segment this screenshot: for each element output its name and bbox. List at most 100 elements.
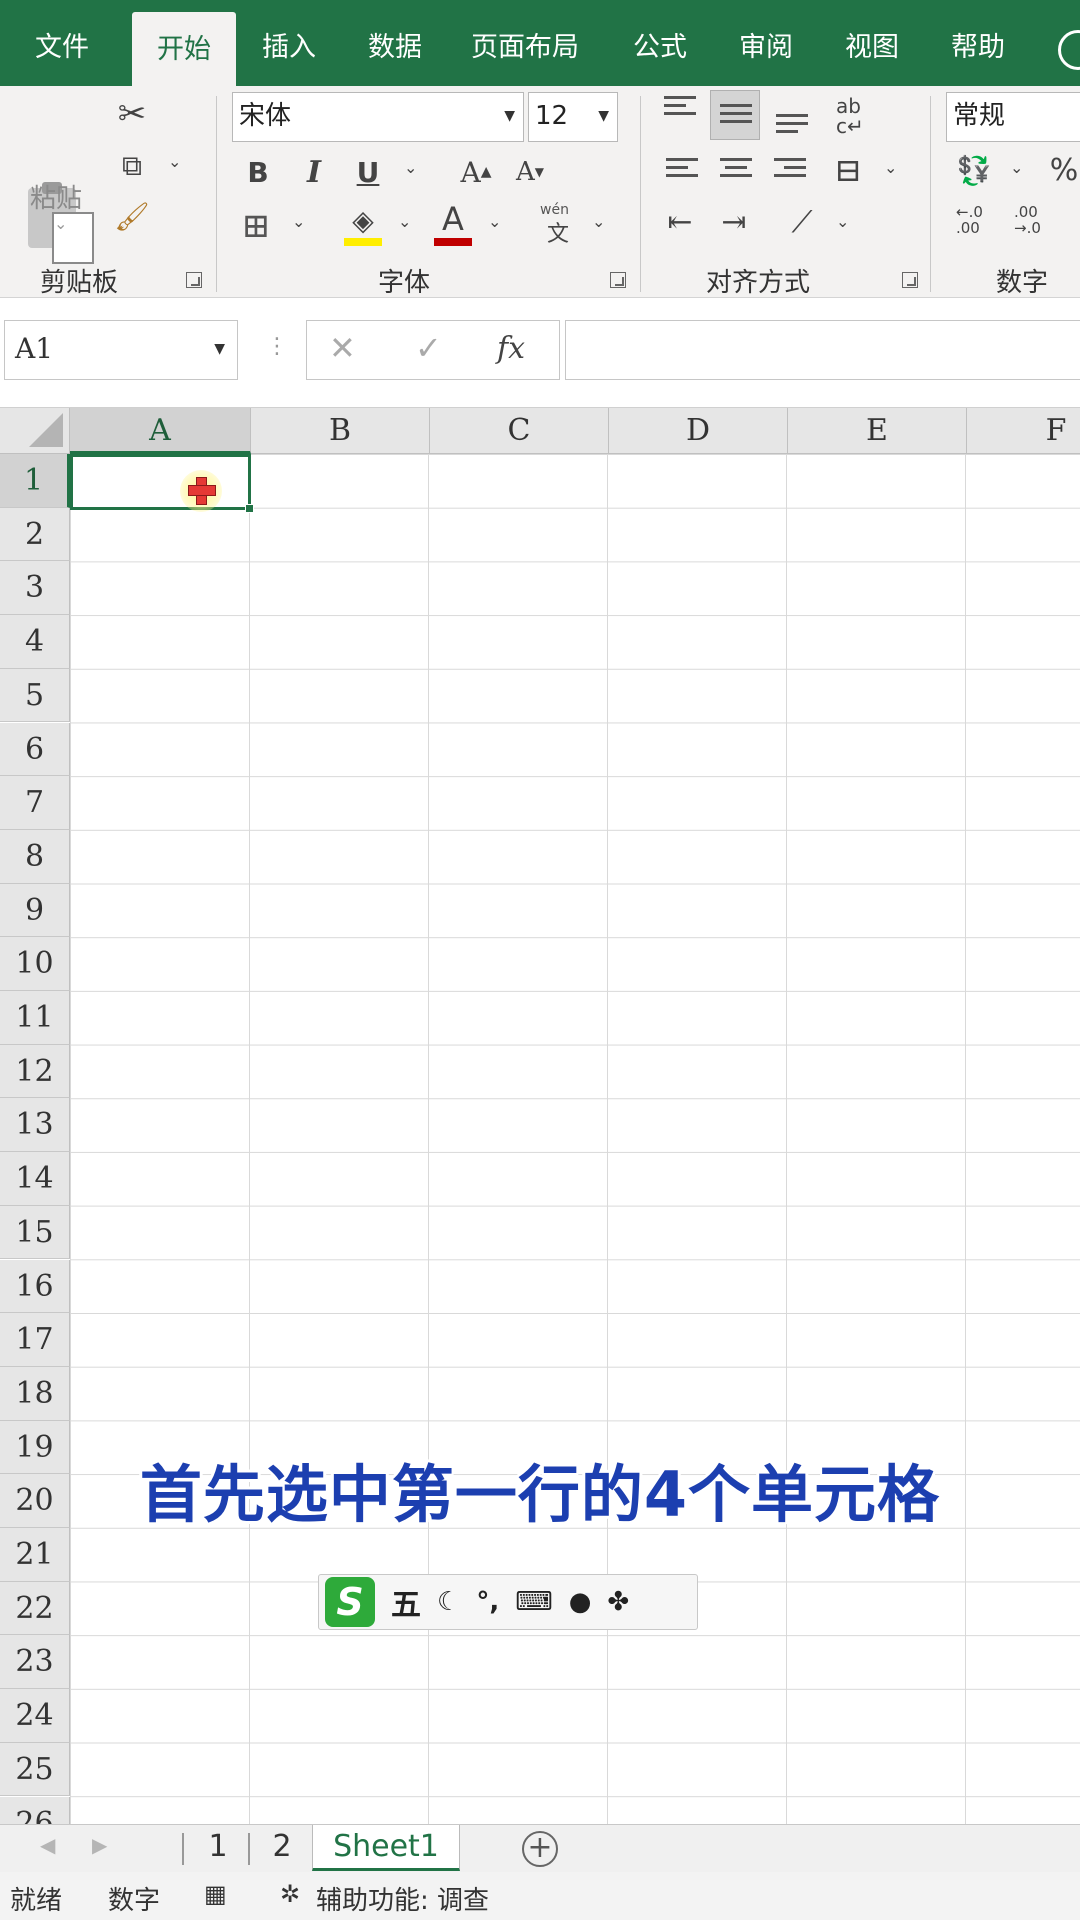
inc-decimal-bottom: .00 <box>956 219 980 237</box>
row-header[interactable]: 6 <box>0 722 70 777</box>
formula-input[interactable] <box>565 320 1080 380</box>
fill-color-icon[interactable]: ◈ <box>344 202 382 238</box>
active-cell-a1[interactable] <box>70 454 254 513</box>
sheet-tab-1[interactable]: 1 <box>190 1825 246 1871</box>
row-header[interactable]: 22 <box>0 1581 70 1636</box>
sheet-tab-2[interactable]: 2 <box>254 1825 310 1871</box>
row-header[interactable]: 5 <box>0 668 70 723</box>
moon-icon[interactable]: ☾ <box>437 1587 460 1617</box>
add-sheet-button[interactable]: + <box>522 1831 558 1867</box>
user-icon[interactable]: ● <box>569 1587 592 1617</box>
accounting-format-icon[interactable]: 💱 <box>954 150 994 190</box>
tab-home[interactable]: 开始 <box>132 12 236 88</box>
orientation-icon[interactable]: ⟋ <box>782 202 822 242</box>
sheet-tab-sheet1[interactable]: Sheet1 <box>312 1825 460 1871</box>
scroll-right-icon[interactable]: ▶ <box>92 1833 107 1857</box>
align-center-icon[interactable] <box>720 158 752 184</box>
increase-decimal-icon[interactable]: ←.0.00 <box>956 204 983 236</box>
row-header[interactable]: 10 <box>0 937 70 991</box>
column-header-b[interactable]: B <box>251 408 430 454</box>
increase-indent-icon[interactable]: ⇥ <box>714 202 754 242</box>
cancel-icon[interactable]: ✕ <box>329 329 356 367</box>
tab-data[interactable]: 数据 <box>350 0 440 86</box>
apps-icon[interactable]: ✤ <box>607 1587 629 1617</box>
sheet-tab-bar: ◀ ▶ 1 2 Sheet1 + <box>0 1824 1080 1872</box>
align-left-icon[interactable] <box>666 158 698 184</box>
row-header[interactable]: 15 <box>0 1205 70 1260</box>
row-header[interactable]: 26 <box>0 1796 70 1824</box>
column-header-f[interactable]: F <box>967 408 1080 454</box>
scroll-left-icon[interactable]: ◀ <box>40 1833 55 1857</box>
cut-icon[interactable]: ✂ <box>112 94 152 134</box>
row-header[interactable]: 14 <box>0 1152 70 1206</box>
font-name-select[interactable]: 宋体 ▼ <box>232 92 524 142</box>
row-header[interactable]: 8 <box>0 829 70 884</box>
align-bottom-icon[interactable] <box>776 114 808 140</box>
row-header[interactable]: 24 <box>0 1689 70 1743</box>
row-header[interactable]: 3 <box>0 561 70 616</box>
status-accessibility[interactable]: 辅助功能: 调查 <box>316 1880 489 1917</box>
copy-icon[interactable]: ⧉ <box>112 146 152 186</box>
accessibility-icon[interactable]: ✲ <box>280 1880 300 1908</box>
italic-button[interactable]: I <box>296 152 332 192</box>
merge-center-icon[interactable]: ⊟ <box>826 148 870 192</box>
tab-help[interactable]: 帮助 <box>930 0 1026 86</box>
tab-page-layout[interactable]: 页面布局 <box>460 0 590 86</box>
alignment-launcher-icon[interactable] <box>902 272 918 288</box>
ime-mode[interactable]: 五 <box>391 1580 421 1624</box>
align-right-icon[interactable] <box>774 158 806 184</box>
column-header-a[interactable]: A <box>70 408 251 454</box>
row-header[interactable]: 16 <box>0 1259 70 1314</box>
status-ready: 就绪 <box>10 1886 63 1916</box>
select-all-button[interactable] <box>0 408 70 454</box>
row-header[interactable]: 23 <box>0 1635 70 1690</box>
row-header[interactable]: 1 <box>0 454 70 508</box>
decrease-indent-icon[interactable]: ⇤ <box>660 202 700 242</box>
insert-function-icon[interactable]: fx <box>497 331 525 366</box>
name-box[interactable]: A1 ▼ <box>4 320 238 380</box>
row-header[interactable]: 21 <box>0 1528 70 1582</box>
enter-icon[interactable]: ✓ <box>415 329 442 367</box>
tab-formulas[interactable]: 公式 <box>612 0 708 86</box>
percent-style-button[interactable]: % <box>1044 150 1080 190</box>
lightbulb-icon[interactable] <box>1058 30 1080 70</box>
row-header[interactable]: 25 <box>0 1742 70 1797</box>
paste-label[interactable]: 粘贴 <box>30 178 82 215</box>
row-header[interactable]: 18 <box>0 1366 70 1421</box>
phonetic-guide-icon[interactable]: 文 <box>544 218 572 247</box>
increase-font-size-icon[interactable]: A ▲ <box>458 152 494 192</box>
row-header[interactable]: 11 <box>0 991 70 1045</box>
column-header-e[interactable]: E <box>788 408 967 454</box>
tab-insert[interactable]: 插入 <box>244 0 334 86</box>
tab-review[interactable]: 审阅 <box>718 0 814 86</box>
column-header-d[interactable]: D <box>609 408 788 454</box>
font-color-button[interactable]: A <box>434 200 472 238</box>
row-header[interactable]: 7 <box>0 776 70 830</box>
underline-button[interactable]: U <box>350 152 386 192</box>
decrease-font-size-icon[interactable]: A ▼ <box>512 152 548 192</box>
row-header[interactable]: 9 <box>0 883 70 938</box>
row-header[interactable]: 17 <box>0 1313 70 1367</box>
align-top-icon[interactable] <box>664 96 696 122</box>
number-format-select[interactable]: 常规 <box>946 92 1080 142</box>
font-size-select[interactable]: 12 ▼ <box>528 92 618 142</box>
row-header[interactable]: 2 <box>0 507 70 562</box>
font-launcher-icon[interactable] <box>610 272 626 288</box>
sogou-logo-icon[interactable]: S <box>325 1577 375 1627</box>
format-painter-icon[interactable]: 🖌 <box>114 198 150 234</box>
column-header-c[interactable]: C <box>430 408 609 454</box>
row-header[interactable]: 13 <box>0 1098 70 1153</box>
ime-toolbar[interactable]: S 五 ☾ °, ⌨ ● ✤ <box>318 1574 698 1630</box>
border-icon[interactable]: ⊞ <box>236 206 276 246</box>
row-header[interactable]: 12 <box>0 1044 70 1099</box>
keyboard-icon[interactable]: ⌨ <box>515 1587 553 1617</box>
tab-view[interactable]: 视图 <box>824 0 920 86</box>
macro-record-icon[interactable]: ▦ <box>204 1880 227 1908</box>
fill-handle[interactable] <box>245 504 254 513</box>
row-header[interactable]: 4 <box>0 615 70 669</box>
clipboard-launcher-icon[interactable] <box>186 272 202 288</box>
bold-button[interactable]: B <box>240 152 276 192</box>
punctuation-icon[interactable]: °, <box>476 1587 499 1617</box>
decrease-decimal-icon[interactable]: .00 →.0 <box>1014 204 1041 236</box>
tab-file[interactable]: 文件 <box>0 0 124 86</box>
